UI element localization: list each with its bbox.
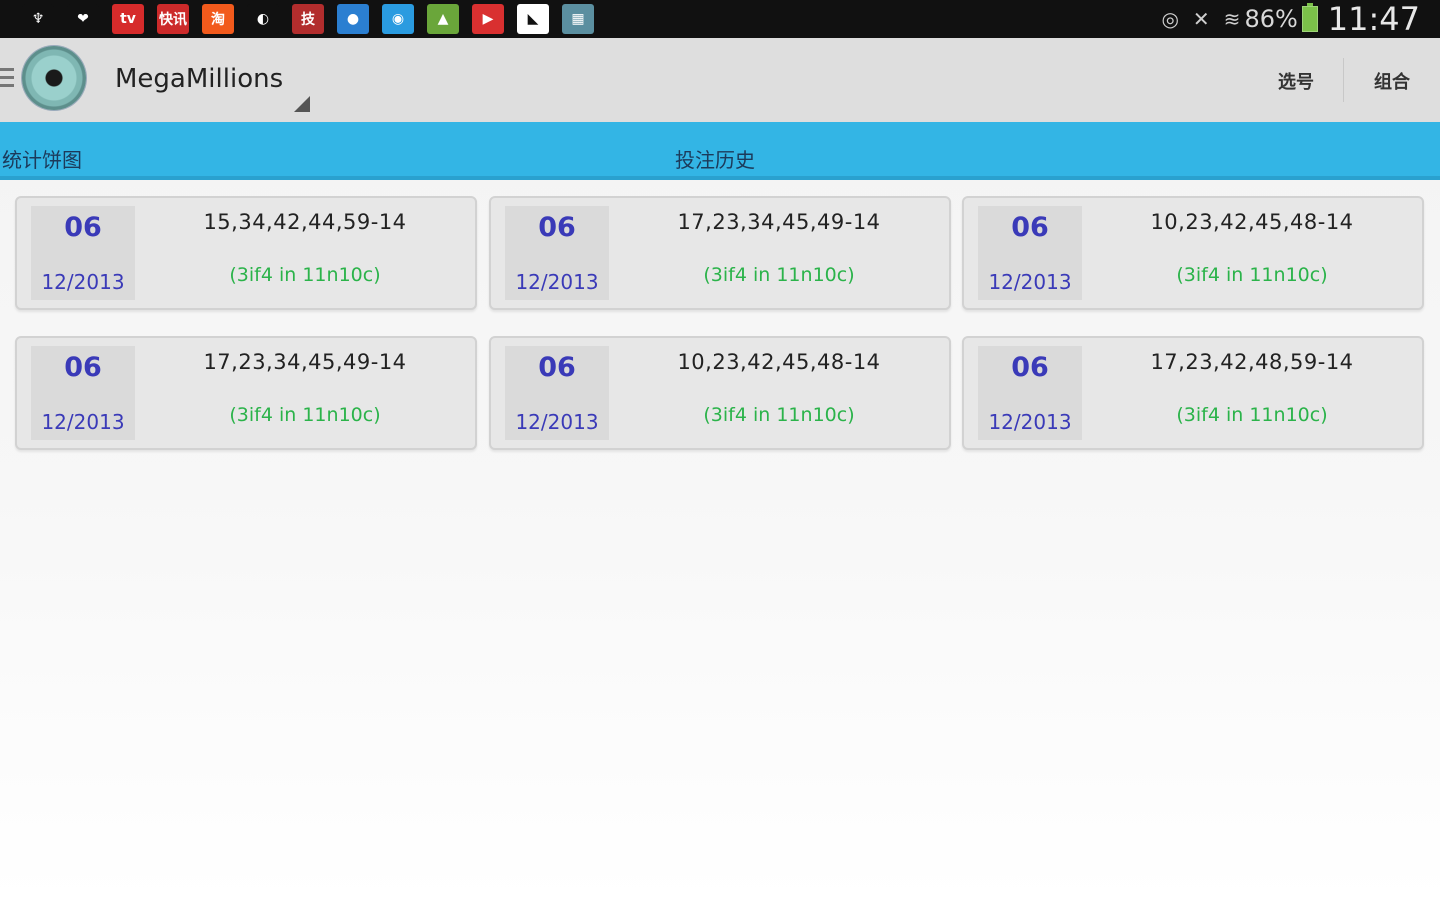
action-divider <box>1343 58 1344 102</box>
usb-icon: ♆ <box>22 4 54 34</box>
ticket-result: (3if4 in 11n10c) <box>703 264 855 286</box>
issue-number: 06 <box>64 352 102 383</box>
taobao-app-icon: 淘 <box>202 4 234 34</box>
ticket-numbers: 17,23,34,45,49-14 <box>203 350 407 374</box>
issue-date-box: 06 12/2013 <box>31 346 135 440</box>
battery-icon <box>1301 3 1318 32</box>
ticket-card[interactable]: 06 12/2013 17,23,34,45,49-14 (3if4 in 11n10… <box>15 336 477 450</box>
spinner-indicator-icon <box>294 96 310 112</box>
ticket-card[interactable]: 06 12/2013 10,23,42,45,48-14 (3if4 in 11n10… <box>962 196 1424 310</box>
bird-app-icon: ● <box>337 4 369 34</box>
photo-app-icon: ▦ <box>562 4 594 34</box>
eye-icon: ◎ <box>1161 7 1179 31</box>
issue-date: 12/2013 <box>515 410 599 434</box>
issue-number: 06 <box>538 352 576 383</box>
mute-icon: ✕ <box>1192 7 1210 31</box>
tab-statistics-pie[interactable]: 统计饼图 <box>2 144 82 173</box>
ticket-card[interactable]: 06 12/2013 10,23,42,45,48-14 (3if4 in 11n10… <box>489 336 951 450</box>
issue-date: 12/2013 <box>41 270 125 294</box>
action-bar: MegaMillions 选号 组合 <box>0 38 1440 122</box>
ticket-card[interactable]: 06 12/2013 17,23,42,48,59-14 (3if4 in 11n10… <box>962 336 1424 450</box>
combination-button[interactable]: 组合 <box>1374 68 1410 94</box>
tab-bar: 统计饼图 投注历史 <box>0 122 1440 180</box>
ticket-result: (3if4 in 11n10c) <box>229 404 381 426</box>
tv-app-icon: tv <box>112 4 144 34</box>
android-icon: ▲ <box>427 4 459 34</box>
tab-indicator <box>0 176 1440 180</box>
issue-date: 12/2013 <box>988 270 1072 294</box>
status-bar: ♆ ❤ tv 快讯淘 ◐ 技 ● ◉ ▲ ▶ ◣ ▦ ◎ ✕ ≋ 86% 11:47 <box>0 0 1440 38</box>
tech-app-icon: 技 <box>292 4 324 34</box>
wifi-icon: ≋ <box>1223 7 1241 31</box>
satellite-icon: ◣ <box>517 4 549 34</box>
media-app-icon: ▶ <box>472 4 504 34</box>
issue-number: 06 <box>64 212 102 243</box>
location-app-icon: ◉ <box>382 4 414 34</box>
ticket-result: (3if4 in 11n10c) <box>229 264 381 286</box>
issue-date-box: 06 12/2013 <box>505 206 609 300</box>
issue-number: 06 <box>1011 352 1049 383</box>
issue-date: 12/2013 <box>41 410 125 434</box>
news-app-icon: 快讯 <box>157 4 189 34</box>
color-app-icon: ◐ <box>247 4 279 34</box>
app-title-spinner[interactable]: MegaMillions <box>115 64 283 94</box>
ticket-card[interactable]: 06 12/2013 15,34,42,44,59-14 (3if4 in 11n10… <box>15 196 477 310</box>
clock: 11:47 <box>1327 0 1420 38</box>
tab-betting-history[interactable]: 投注历史 <box>675 144 755 173</box>
ticket-result: (3if4 in 11n10c) <box>703 404 855 426</box>
ticket-result: (3if4 in 11n10c) <box>1176 264 1328 286</box>
issue-date-box: 06 12/2013 <box>978 206 1082 300</box>
system-status: ◎ ✕ ≋ 86% 11:47 <box>1147 0 1420 38</box>
issue-date-box: 06 12/2013 <box>505 346 609 440</box>
issue-number: 06 <box>538 212 576 243</box>
menu-icon[interactable] <box>0 68 14 92</box>
heart-app-icon: ❤ <box>67 4 99 34</box>
ticket-result: (3if4 in 11n10c) <box>1176 404 1328 426</box>
pick-numbers-button[interactable]: 选号 <box>1278 68 1314 94</box>
issue-date-box: 06 12/2013 <box>31 206 135 300</box>
ticket-numbers: 15,34,42,44,59-14 <box>203 210 407 234</box>
ticket-numbers: 10,23,42,45,48-14 <box>677 350 881 374</box>
issue-date: 12/2013 <box>988 410 1072 434</box>
ticket-numbers: 17,23,42,48,59-14 <box>1150 350 1354 374</box>
issue-number: 06 <box>1011 212 1049 243</box>
ticket-card[interactable]: 06 12/2013 17,23,34,45,49-14 (3if4 in 11n10… <box>489 196 951 310</box>
ticket-numbers: 17,23,34,45,49-14 <box>677 210 881 234</box>
ticket-numbers: 10,23,42,45,48-14 <box>1150 210 1354 234</box>
battery-percent: 86% <box>1244 5 1298 33</box>
issue-date-box: 06 12/2013 <box>978 346 1082 440</box>
issue-date: 12/2013 <box>515 270 599 294</box>
notification-icons: ♆ ❤ tv 快讯淘 ◐ 技 ● ◉ ▲ ▶ ◣ ▦ <box>22 4 607 34</box>
app-logo-icon[interactable] <box>22 46 86 110</box>
